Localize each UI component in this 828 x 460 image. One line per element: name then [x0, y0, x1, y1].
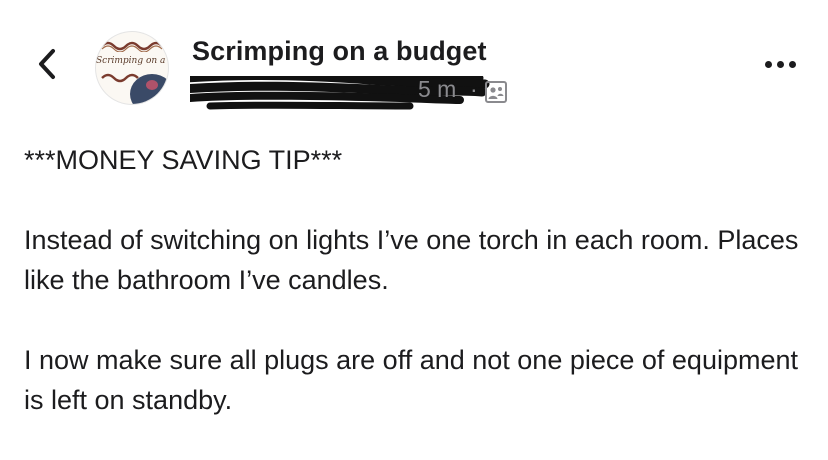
members-icon — [485, 81, 507, 103]
more-dot — [764, 60, 772, 68]
more-dot — [788, 60, 796, 68]
post-paragraph-2: I now make sure all plugs are off and no… — [24, 345, 798, 415]
meta-separator: · — [470, 76, 478, 102]
avatar-text: Scrimping on a Budg — [96, 56, 168, 66]
more-options-button[interactable] — [758, 50, 802, 78]
post-paragraph-1: Instead of switching on lights I’ve one … — [24, 225, 799, 295]
group-name[interactable]: Scrimping on a budget — [192, 36, 487, 67]
post-header: Scrimping on a Budg Scrimping on a budge… — [0, 0, 828, 120]
back-button[interactable] — [30, 44, 64, 84]
post-timestamp[interactable]: 5 m — [418, 76, 456, 103]
avatar-ornament — [101, 41, 163, 52]
post-body: ***MONEY SAVING TIP*** Instead of switch… — [24, 140, 804, 460]
group-avatar[interactable]: Scrimping on a Budg — [96, 32, 168, 104]
member-avatar-highlight — [146, 80, 158, 90]
tip-heading: ***MONEY SAVING TIP*** — [24, 145, 343, 175]
more-dot — [776, 60, 784, 68]
chevron-left-icon — [39, 49, 55, 79]
